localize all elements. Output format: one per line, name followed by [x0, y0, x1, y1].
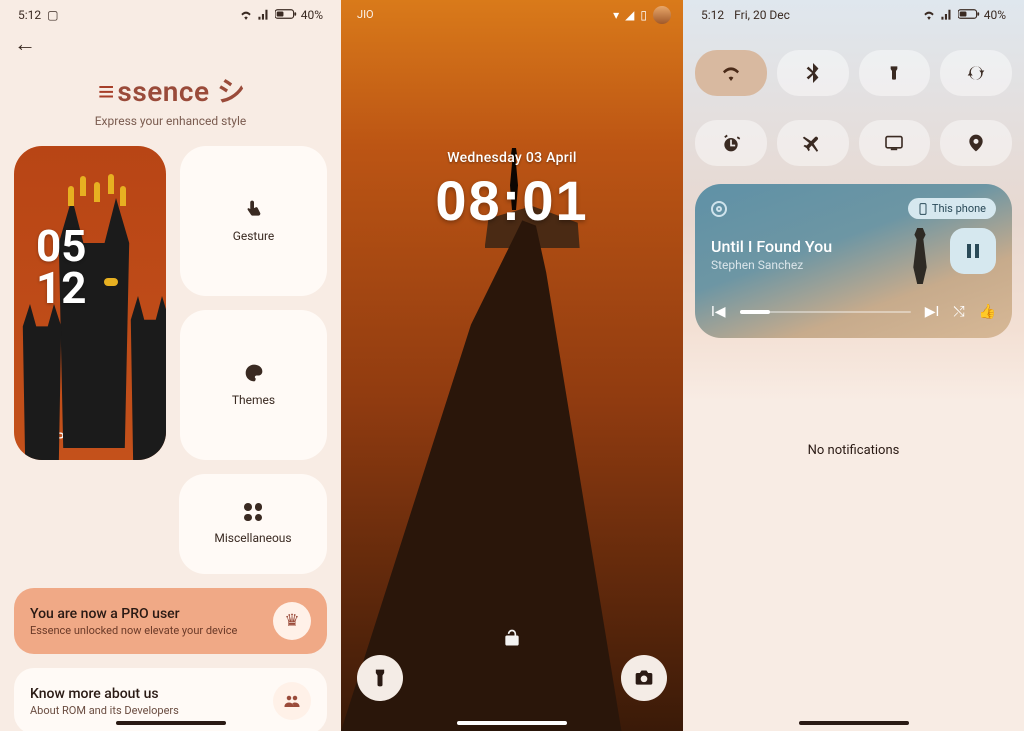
status-bar: 5:12 ▢ 40%	[14, 0, 327, 26]
qs-flashlight-tile[interactable]	[859, 50, 931, 96]
lock-time: 08:01	[341, 168, 683, 233]
preview-clock: 05 12	[36, 226, 87, 310]
media-source-icon	[711, 201, 727, 217]
battery-percent: 40%	[984, 8, 1006, 22]
themes-icon	[244, 363, 264, 383]
notification-shade: 5:12 Fri, 20 Dec 40%	[683, 0, 1024, 731]
lock-clock: Wednesday 03 April 08:01	[341, 150, 683, 233]
camera-shortcut[interactable]	[621, 655, 667, 701]
qs-wifi-tile[interactable]	[695, 50, 767, 96]
status-time: 5:12	[701, 8, 724, 22]
wifi-icon	[239, 8, 253, 23]
page-title: ≡ssence シ	[14, 70, 327, 110]
team-icon	[273, 682, 311, 720]
about-subtitle: About ROM and its Developers	[30, 704, 261, 717]
miscellaneous-card[interactable]: Miscellaneous	[179, 474, 327, 574]
gesture-icon	[244, 199, 264, 219]
quick-settings-row-1	[695, 50, 1012, 96]
pro-user-card[interactable]: You are now a PRO user Essence unlocked …	[14, 588, 327, 654]
qs-bluetooth-tile[interactable]	[777, 50, 849, 96]
lock-date: Wednesday 03 April	[341, 150, 683, 166]
qs-cast-tile[interactable]	[859, 120, 931, 166]
qs-location-tile[interactable]	[940, 120, 1012, 166]
flashlight-shortcut[interactable]	[357, 655, 403, 701]
battery-icon: ▯	[640, 8, 647, 22]
settings-essence-screen: 5:12 ▢ 40% ← ≡ssence シ Express your enha…	[0, 0, 341, 731]
lock-screen: JIO ▾ ◢ ▯ Wednesday 03 April 08:01	[341, 0, 683, 731]
pro-subtitle: Essence unlocked now elevate your device	[30, 624, 261, 637]
wifi-icon: ▾	[613, 8, 619, 22]
misc-label: Miscellaneous	[214, 531, 291, 545]
like-button[interactable]: 👍	[979, 304, 996, 320]
page-header: ≡ssence シ Express your enhanced style	[14, 70, 327, 128]
wifi-icon	[922, 8, 936, 23]
signal-icon	[257, 8, 271, 23]
status-time: 5:12	[18, 8, 41, 22]
qs-autorotate-tile[interactable]	[940, 50, 1012, 96]
gesture-card[interactable]: Gesture	[180, 146, 327, 296]
output-device-chip[interactable]: This phone	[908, 198, 996, 219]
progress-slider[interactable]	[740, 311, 911, 313]
crown-icon: ♛	[273, 602, 311, 640]
qs-airplane-tile[interactable]	[777, 120, 849, 166]
status-bar: ▾ ◢ ▯	[613, 6, 671, 24]
media-player-card[interactable]: This phone Until I Found You Stephen San…	[695, 184, 1012, 338]
carrier-label: JIO	[357, 8, 374, 21]
next-button[interactable]: ▶I	[925, 304, 940, 320]
nav-home-pill[interactable]	[799, 721, 909, 725]
unlock-icon[interactable]	[502, 628, 522, 653]
themes-card[interactable]: Themes	[180, 310, 327, 460]
themes-label: Themes	[232, 393, 275, 407]
profile-avatar[interactable]	[653, 6, 671, 24]
grid-icon	[244, 503, 262, 521]
no-notifications-label: No notifications	[808, 443, 900, 458]
page-subtitle: Express your enhanced style	[14, 114, 327, 128]
personalize-card[interactable]: 05 12 Personalize	[14, 146, 166, 460]
signal-icon: ◢	[625, 8, 634, 22]
nav-home-pill[interactable]	[457, 721, 567, 725]
screenshot-icon: ▢	[47, 8, 58, 22]
signal-icon	[940, 8, 954, 23]
empty-state: No notifications	[683, 0, 1024, 731]
back-button[interactable]: ←	[14, 31, 36, 57]
status-date: Fri, 20 Dec	[734, 8, 790, 22]
battery-icon	[958, 8, 980, 23]
essence-logo-icon: ≡	[95, 75, 117, 108]
gesture-label: Gesture	[233, 229, 275, 243]
shuffle-button[interactable]: ⤭	[953, 304, 964, 320]
battery-percent: 40%	[301, 8, 323, 22]
previous-button[interactable]: I◀	[711, 304, 726, 320]
battery-icon	[275, 8, 297, 23]
qs-alarm-tile[interactable]	[695, 120, 767, 166]
status-bar: 5:12 Fri, 20 Dec 40%	[695, 0, 1012, 26]
pro-title: You are now a PRO user	[30, 606, 261, 622]
play-pause-button[interactable]	[950, 228, 996, 274]
about-title: Know more about us	[30, 686, 261, 702]
nav-home-pill[interactable]	[116, 721, 226, 725]
wallpaper-art	[18, 304, 66, 460]
quick-settings-row-2	[695, 120, 1012, 166]
